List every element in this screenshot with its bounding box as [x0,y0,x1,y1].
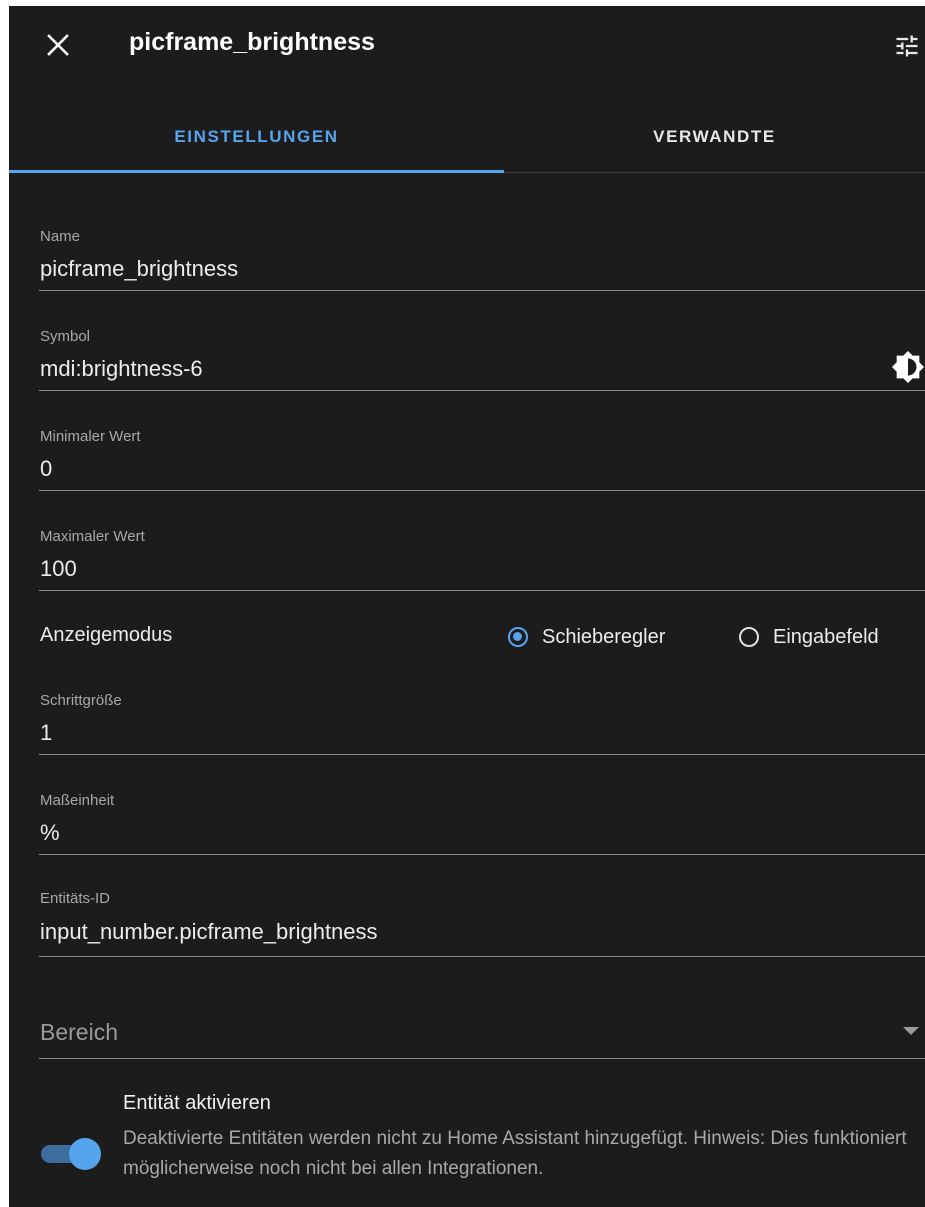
display-mode-label: Anzeigemodus [40,624,173,646]
radio-slider[interactable]: Schieberegler [508,620,665,654]
symbol-label: Symbol [40,328,91,345]
symbol-input[interactable]: mdi:brightness-6 [40,356,203,382]
enable-entity-description: Deaktivierte Entitäten werden nicht zu H… [123,1128,907,1179]
toggle-thumb [69,1138,101,1170]
name-field[interactable]: Name picframe_brightness [39,220,925,291]
display-mode-group: Anzeigemodus Schieberegler Eingabefeld [39,620,925,654]
close-button[interactable] [39,26,77,64]
name-input[interactable]: picframe_brightness [40,256,238,282]
radio-input-field-label: Eingabefeld [773,625,879,648]
dialog-title: picframe_brightness [129,28,375,56]
entity-id-input[interactable]: input_number.picframe_brightness [40,919,378,945]
max-value-label: Maximaler Wert [40,528,145,545]
active-tab-indicator [9,170,504,173]
enable-entity-title: Entität aktivieren [123,1092,271,1114]
radio-slider-label: Schieberegler [542,625,666,648]
dropdown-arrow-icon [903,1027,919,1035]
brightness-6-icon [891,350,925,384]
step-input[interactable]: 1 [40,720,52,746]
tab-verwandte[interactable]: VERWANDTE [504,102,925,172]
area-select-placeholder: Bereich [40,1019,118,1045]
min-value-input[interactable]: 0 [40,456,52,482]
symbol-field[interactable]: Symbol mdi:brightness-6 [39,320,925,391]
max-value-input[interactable]: 100 [40,556,77,582]
enable-entity-toggle[interactable] [39,1136,101,1172]
min-value-field[interactable]: Minimaler Wert 0 [39,420,925,491]
enable-entity-row: Entität aktivieren Deaktivierte Entitäte… [39,1088,925,1207]
area-select[interactable]: Bereich [39,1006,925,1059]
unit-label: Maßeinheit [40,792,115,809]
max-value-field[interactable]: Maximaler Wert 100 [39,520,925,591]
close-icon [47,34,69,56]
name-label: Name [40,228,81,245]
step-label: Schrittgröße [40,692,122,709]
radio-input-field[interactable]: Eingabefeld [739,620,879,654]
tune-icon [896,35,918,57]
step-field[interactable]: Schrittgröße 1 [39,684,925,755]
entity-id-field[interactable]: Entitäts-ID input_number.picframe_bright… [39,884,925,957]
entity-id-label: Entitäts-ID [40,890,111,907]
tab-bar: EINSTELLUNGEN VERWANDTE [9,102,925,173]
entity-settings-dialog: picframe_brightness EINSTELLUNGEN VERWAN… [9,6,925,1207]
radio-slider-circle[interactable] [508,627,528,647]
advanced-settings-button[interactable] [889,28,925,64]
dialog-header: picframe_brightness [9,6,925,84]
unit-field[interactable]: Maßeinheit % [39,784,925,855]
radio-input-field-circle[interactable] [739,627,759,647]
unit-input[interactable]: % [40,820,60,846]
min-value-label: Minimaler Wert [40,428,141,445]
tab-einstellungen[interactable]: EINSTELLUNGEN [9,102,504,172]
